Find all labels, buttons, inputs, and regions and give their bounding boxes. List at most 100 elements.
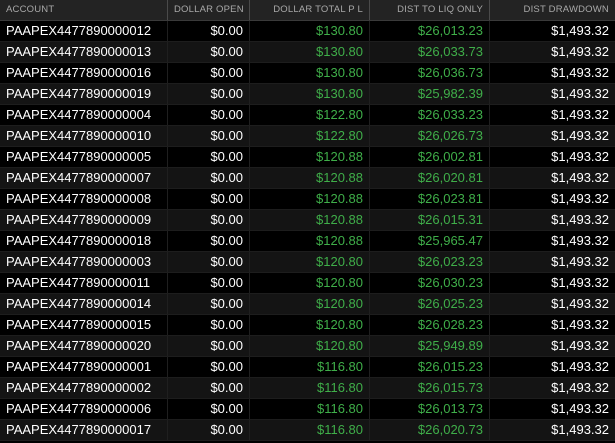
dollar-open-cell: $0.00 <box>168 189 250 209</box>
account-cell: PAAPEX4477890000012 <box>0 21 168 41</box>
column-header-dollar-total-pl[interactable]: DOLLAR TOTAL P L <box>250 0 370 20</box>
dollar-total-pl-cell: $120.88 <box>250 210 370 230</box>
column-header-account[interactable]: ACCOUNT <box>0 0 168 20</box>
table-row[interactable]: PAAPEX4477890000007 $0.00 $120.88 $26,020.8… <box>0 168 615 189</box>
dist-to-liq-only-cell: $26,020.73 <box>370 420 490 440</box>
dollar-open-cell: $0.00 <box>168 42 250 62</box>
dist-to-liq-only-cell: $26,020.81 <box>370 168 490 188</box>
table-row[interactable]: PAAPEX4477890000003 $0.00 $120.80 $26,023.2… <box>0 252 615 273</box>
dist-to-liq-only-cell: $26,033.73 <box>370 42 490 62</box>
dollar-total-pl-cell: $122.80 <box>250 105 370 125</box>
dist-drawdown-cell: $1,493.32 <box>551 422 609 437</box>
dollar-total-pl-cell: $122.80 <box>250 126 370 146</box>
dollar-open-cell: $0.00 <box>168 63 250 83</box>
table-row[interactable]: PAAPEX4477890000009 $0.00 $120.88 $26,015.3… <box>0 210 615 231</box>
dist-to-liq-only-cell: $26,028.23 <box>370 315 490 335</box>
dist-drawdown-cell: $1,493.32 <box>551 275 609 290</box>
dist-drawdown-cell: $1,493.32 <box>551 359 609 374</box>
table-row[interactable]: PAAPEX4477890000011 $0.00 $120.80 $26,030.2… <box>0 273 615 294</box>
dollar-total-pl-cell: $120.80 <box>250 315 370 335</box>
dist-drawdown-cell: $1,493.32 <box>551 212 609 227</box>
account-cell: PAAPEX4477890000018 <box>0 231 168 251</box>
table-row[interactable]: PAAPEX4477890000002 $0.00 $116.80 $26,015.7… <box>0 378 615 399</box>
dollar-open-cell: $0.00 <box>168 105 250 125</box>
dollar-open-cell: $0.00 <box>168 294 250 314</box>
dollar-total-pl-cell: $120.80 <box>250 252 370 272</box>
table-row[interactable]: PAAPEX4477890000008 $0.00 $120.88 $26,023.8… <box>0 189 615 210</box>
dist-drawdown-cell: $1,493.32 <box>551 191 609 206</box>
dist-to-liq-only-cell: $25,949.89 <box>370 336 490 356</box>
column-header-dist-to-liq-only[interactable]: DIST TO LIQ ONLY <box>370 0 490 20</box>
dist-to-liq-only-cell: $26,026.73 <box>370 126 490 146</box>
dist-to-liq-only-cell: $26,025.23 <box>370 294 490 314</box>
dist-to-liq-only-cell: $26,013.23 <box>370 21 490 41</box>
table-row[interactable]: PAAPEX4477890000005 $0.00 $120.88 $26,002.8… <box>0 147 615 168</box>
table-row[interactable]: PAAPEX4477890000015 $0.00 $120.80 $26,028.2… <box>0 315 615 336</box>
table-row[interactable]: PAAPEX4477890000012 $0.00 $130.80 $26,013.2… <box>0 21 615 42</box>
table-row[interactable]: PAAPEX4477890000006 $0.00 $116.80 $26,013.7… <box>0 399 615 420</box>
dollar-total-pl-cell: $116.80 <box>250 378 370 398</box>
dollar-total-pl-cell: $116.80 <box>250 420 370 440</box>
dist-to-liq-only-cell: $25,982.39 <box>370 84 490 104</box>
account-cell: PAAPEX4477890000008 <box>0 189 168 209</box>
dollar-total-pl-cell: $130.80 <box>250 63 370 83</box>
dollar-total-pl-cell: $130.80 <box>250 21 370 41</box>
account-cell: PAAPEX4477890000006 <box>0 399 168 419</box>
dollar-open-cell: $0.00 <box>168 273 250 293</box>
dist-to-liq-only-cell: $26,030.23 <box>370 273 490 293</box>
account-cell: PAAPEX4477890000007 <box>0 168 168 188</box>
dollar-total-pl-cell: $116.80 <box>250 357 370 377</box>
table-row[interactable]: PAAPEX4477890000001 $0.00 $116.80 $26,015.2… <box>0 357 615 378</box>
dollar-total-pl-cell: $120.88 <box>250 168 370 188</box>
dist-drawdown-cell: $1,493.32 <box>551 107 609 122</box>
account-cell: PAAPEX4477890000003 <box>0 252 168 272</box>
dollar-open-cell: $0.00 <box>168 126 250 146</box>
dist-to-liq-only-cell: $26,036.73 <box>370 63 490 83</box>
dollar-total-pl-cell: $116.80 <box>250 399 370 419</box>
dist-to-liq-only-cell: $26,015.23 <box>370 357 490 377</box>
dist-to-liq-only-cell: $25,965.47 <box>370 231 490 251</box>
account-cell: PAAPEX4477890000009 <box>0 210 168 230</box>
dist-drawdown-cell: $1,493.32 <box>551 128 609 143</box>
dist-to-liq-only-cell: $26,023.81 <box>370 189 490 209</box>
dist-drawdown-cell: $1,493.32 <box>551 254 609 269</box>
account-cell: PAAPEX4477890000016 <box>0 63 168 83</box>
dollar-open-cell: $0.00 <box>168 168 250 188</box>
table-row[interactable]: PAAPEX4477890000020 $0.00 $120.80 $25,949.8… <box>0 336 615 357</box>
dollar-open-cell: $0.00 <box>168 210 250 230</box>
account-cell: PAAPEX4477890000019 <box>0 84 168 104</box>
table-row[interactable]: PAAPEX4477890000004 $0.00 $122.80 $26,033.2… <box>0 105 615 126</box>
table-row[interactable]: PAAPEX4477890000017 $0.00 $116.80 $26,020.7… <box>0 420 615 441</box>
dollar-open-cell: $0.00 <box>168 21 250 41</box>
dist-to-liq-only-cell: $26,023.23 <box>370 252 490 272</box>
dollar-open-cell: $0.00 <box>168 399 250 419</box>
dollar-total-pl-cell: $120.80 <box>250 336 370 356</box>
table-row[interactable]: PAAPEX4477890000019 $0.00 $130.80 $25,982.3… <box>0 84 615 105</box>
account-cell: PAAPEX4477890000015 <box>0 315 168 335</box>
dollar-total-pl-cell: $120.80 <box>250 273 370 293</box>
account-cell: PAAPEX4477890000014 <box>0 294 168 314</box>
account-cell: PAAPEX4477890000005 <box>0 147 168 167</box>
account-cell: PAAPEX4477890000011 <box>0 273 168 293</box>
dist-drawdown-cell: $1,493.32 <box>551 65 609 80</box>
dollar-total-pl-cell: $120.88 <box>250 231 370 251</box>
table-row[interactable]: PAAPEX4477890000013 $0.00 $130.80 $26,033.7… <box>0 42 615 63</box>
dollar-open-cell: $0.00 <box>168 252 250 272</box>
dollar-open-cell: $0.00 <box>168 357 250 377</box>
dist-drawdown-cell: $1,493.32 <box>551 149 609 164</box>
grid-header-row: ACCOUNT DOLLAR OPEN DOLLAR TOTAL P L DIS… <box>0 0 615 21</box>
dist-to-liq-only-cell: $26,015.31 <box>370 210 490 230</box>
column-header-dist-drawdown[interactable]: DIST DRAWDOWN <box>490 0 615 20</box>
accounts-grid: ACCOUNT DOLLAR OPEN DOLLAR TOTAL P L DIS… <box>0 0 615 443</box>
column-header-dollar-open[interactable]: DOLLAR OPEN <box>168 0 250 20</box>
dollar-open-cell: $0.00 <box>168 336 250 356</box>
dist-drawdown-cell: $1,493.32 <box>551 86 609 101</box>
table-row[interactable]: PAAPEX4477890000014 $0.00 $120.80 $26,025.2… <box>0 294 615 315</box>
dollar-total-pl-cell: $120.88 <box>250 147 370 167</box>
table-row[interactable]: PAAPEX4477890000018 $0.00 $120.88 $25,965.4… <box>0 231 615 252</box>
dollar-open-cell: $0.00 <box>168 420 250 440</box>
dist-to-liq-only-cell: $26,015.73 <box>370 378 490 398</box>
table-row[interactable]: PAAPEX4477890000010 $0.00 $122.80 $26,026.7… <box>0 126 615 147</box>
dist-drawdown-cell: $1,493.32 <box>551 170 609 185</box>
table-row[interactable]: PAAPEX4477890000016 $0.00 $130.80 $26,036.7… <box>0 63 615 84</box>
